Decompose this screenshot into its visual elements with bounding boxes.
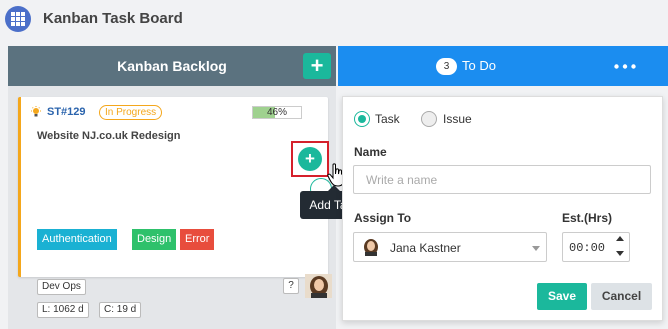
- team-chip: Dev Ops: [37, 279, 86, 295]
- lead-time-chip: L: 1062 d: [37, 302, 89, 318]
- tag-design[interactable]: Design: [132, 229, 177, 250]
- add-task-highlight: +: [291, 141, 329, 177]
- grid-icon[interactable]: [5, 6, 31, 32]
- app-header: Kanban Task Board: [0, 0, 668, 40]
- progress-bar: 46%: [252, 106, 302, 119]
- type-label-issue[interactable]: Issue: [443, 112, 472, 126]
- assign-to-label: Assign To: [354, 211, 412, 225]
- name-input[interactable]: [353, 165, 651, 194]
- type-label-task[interactable]: Task: [375, 112, 400, 126]
- todo-column-header: 3 To Do: [338, 46, 668, 86]
- tag-authentication[interactable]: Authentication: [37, 229, 117, 250]
- unknown-estimate-chip[interactable]: ?: [283, 278, 299, 294]
- estimate-hours-value: 00:00: [569, 241, 606, 255]
- assign-to-value: Jana Kastner: [390, 241, 461, 255]
- spinner-down-icon[interactable]: [616, 251, 624, 256]
- cancel-button[interactable]: Cancel: [591, 283, 652, 310]
- progress-label: 46%: [266, 107, 287, 118]
- backlog-column-title: Kanban Backlog: [117, 58, 227, 74]
- assignee-select-avatar: [364, 239, 378, 256]
- add-backlog-card-button[interactable]: +: [303, 53, 331, 79]
- chevron-down-icon: [532, 246, 540, 251]
- page-title: Kanban Task Board: [43, 10, 183, 27]
- lightbulb-icon: [31, 106, 41, 117]
- type-radio-task[interactable]: [354, 111, 370, 127]
- todo-count-badge: 3: [436, 58, 457, 75]
- estimate-hours-input[interactable]: 00:00: [562, 232, 630, 262]
- card-title: Website NJ.co.uk Redesign: [37, 130, 181, 142]
- assignee-avatar[interactable]: [305, 274, 332, 298]
- name-field-label: Name: [354, 145, 387, 159]
- backlog-column-header: Kanban Backlog +: [8, 46, 336, 86]
- status-badge: In Progress: [99, 105, 163, 120]
- cycle-time-chip: C: 19 d: [99, 302, 142, 318]
- save-button[interactable]: Save: [537, 283, 587, 310]
- add-task-form: Task Issue Name Assign To Est.(Hrs) Jana…: [342, 96, 663, 321]
- assign-to-select[interactable]: Jana Kastner: [353, 232, 547, 262]
- type-radio-issue[interactable]: [421, 111, 437, 127]
- backlog-column: Kanban Backlog + ST#129 In Progress 46% …: [8, 46, 345, 329]
- add-task-button[interactable]: +: [298, 147, 322, 171]
- todo-column-title: To Do: [462, 58, 496, 73]
- more-horizontal-icon[interactable]: [614, 64, 636, 69]
- spinner-up-icon[interactable]: [616, 236, 624, 241]
- estimate-label: Est.(Hrs): [562, 211, 613, 225]
- card-id-link[interactable]: ST#129: [47, 106, 86, 118]
- task-card[interactable]: ST#129 In Progress 46% Website NJ.co.uk …: [18, 97, 332, 318]
- tag-error[interactable]: Error: [180, 229, 215, 250]
